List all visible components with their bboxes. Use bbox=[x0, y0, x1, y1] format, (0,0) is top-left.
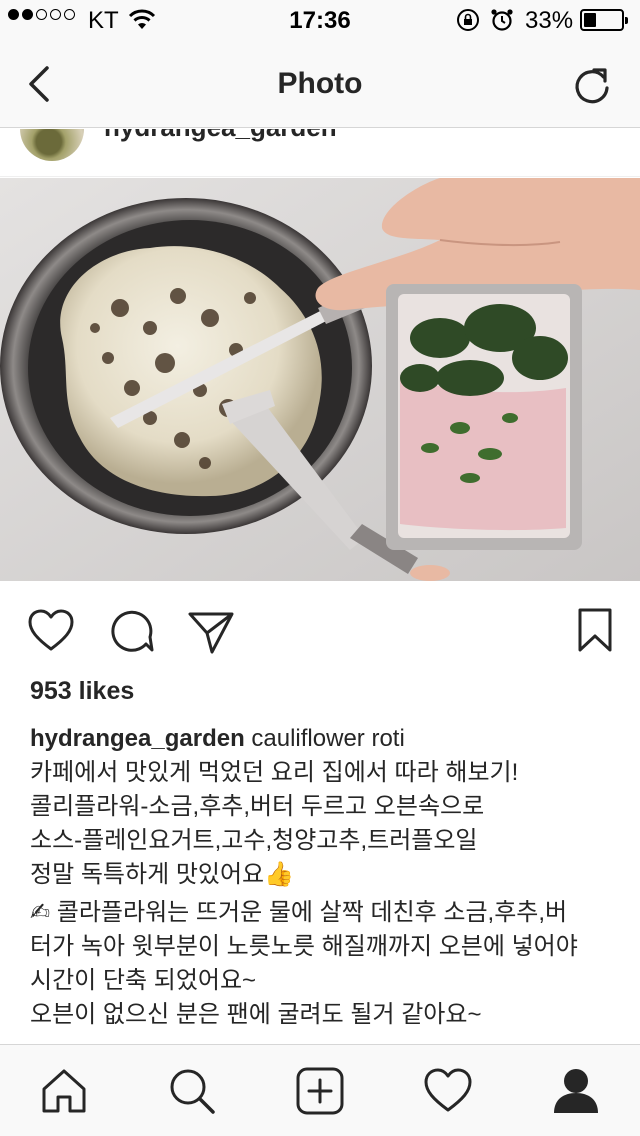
battery-percent: 33% bbox=[525, 7, 574, 34]
comment-button[interactable] bbox=[106, 606, 156, 656]
rotation-lock-icon bbox=[457, 9, 479, 31]
add-icon bbox=[296, 1067, 344, 1115]
avatar[interactable] bbox=[20, 129, 84, 161]
heart-icon bbox=[28, 609, 74, 651]
caption-line: 콜리플라워-소금,후추,버터 두르고 오븐속으로 bbox=[30, 793, 485, 820]
home-icon bbox=[42, 1069, 86, 1113]
caption-line: 오븐이 없으신 분은 팬에 굴려도 될거 같아요~ bbox=[30, 1001, 482, 1028]
post-caption: hydrangea_garden cauliflower roti 카페에서 맛… bbox=[30, 722, 620, 1032]
like-button[interactable] bbox=[26, 606, 76, 656]
navigation-bar: Photo bbox=[0, 40, 640, 128]
bookmark-icon bbox=[578, 608, 612, 652]
caption-line: 정말 독특하게 맛있어요👍 bbox=[30, 861, 295, 888]
tab-profile[interactable] bbox=[550, 1065, 602, 1117]
post-username[interactable]: hydrangea_garden bbox=[104, 129, 337, 143]
caption-line: 카페에서 맛있게 먹었던 요리 집에서 따라 해보기! bbox=[30, 759, 519, 786]
search-icon bbox=[170, 1069, 215, 1114]
tab-bar bbox=[0, 1044, 640, 1136]
caption-line: ✍ 콜라플라워는 뜨거운 물에 살짝 데친후 소금,후추,버 bbox=[30, 899, 568, 926]
tab-search[interactable] bbox=[166, 1065, 218, 1117]
refresh-button[interactable] bbox=[570, 64, 614, 108]
caption-line: 소스-플레인요거트,고수,청양고추,트러플오일 bbox=[30, 827, 478, 854]
bookmark-button[interactable] bbox=[570, 606, 620, 656]
comment-icon bbox=[111, 610, 154, 652]
caption-username[interactable]: hydrangea_garden bbox=[30, 725, 245, 752]
alarm-icon bbox=[491, 9, 513, 31]
battery-icon bbox=[580, 9, 628, 31]
page-title: Photo bbox=[277, 67, 363, 100]
post-actions bbox=[0, 596, 640, 664]
caption-line: 시간이 단축 되었어요~ bbox=[30, 967, 257, 994]
caption-title: cauliflower roti bbox=[251, 725, 405, 752]
share-button[interactable] bbox=[186, 606, 236, 656]
caption-line: 터가 녹아 윗부분이 노릇노릇 해질깨까지 오븐에 넣어야 bbox=[30, 933, 578, 960]
tab-activity[interactable] bbox=[422, 1065, 474, 1117]
likes-count[interactable]: 953 likes bbox=[30, 677, 134, 706]
post-photo[interactable] bbox=[0, 178, 640, 581]
tab-add[interactable] bbox=[294, 1065, 346, 1117]
refresh-icon bbox=[575, 68, 609, 104]
post-header: hydrangea_garden bbox=[0, 129, 640, 177]
profile-icon bbox=[554, 1069, 598, 1113]
status-bar: KT 17:36 33% bbox=[0, 0, 640, 40]
battery-fill bbox=[584, 13, 596, 27]
tab-home[interactable] bbox=[38, 1065, 90, 1117]
activity-heart-icon bbox=[424, 1068, 472, 1112]
share-icon bbox=[188, 612, 234, 654]
